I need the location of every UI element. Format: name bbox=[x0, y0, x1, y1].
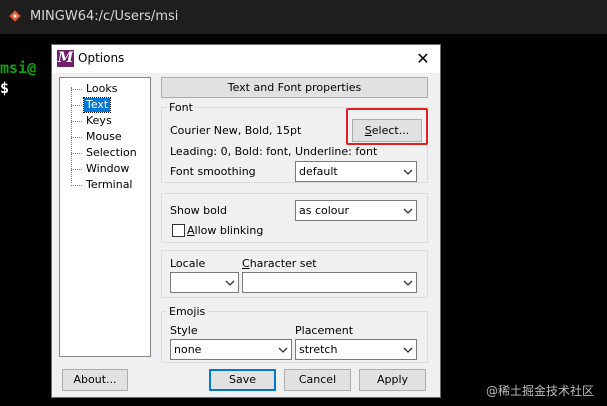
chevron-down-icon bbox=[278, 347, 288, 353]
show-bold-select[interactable]: as colour bbox=[295, 200, 417, 221]
tree-item-label: Keys bbox=[86, 114, 112, 127]
allow-blinking-checkbox[interactable] bbox=[172, 224, 185, 237]
emoji-placement-label: Placement bbox=[295, 324, 354, 337]
locale-label: Locale bbox=[170, 257, 206, 270]
about-button[interactable]: About... bbox=[62, 369, 128, 391]
show-bold-label: Show bold bbox=[170, 204, 227, 217]
tree-item-terminal[interactable]: Terminal bbox=[60, 177, 150, 193]
dialog-titlebar[interactable]: M Options ✕ bbox=[52, 45, 440, 73]
allow-blinking-label: Allow blinking bbox=[187, 224, 264, 237]
font-smoothing-label: Font smoothing bbox=[170, 165, 256, 178]
dialog-title: Options bbox=[78, 51, 125, 65]
tree-item-label: Terminal bbox=[86, 178, 133, 191]
chevron-down-icon bbox=[403, 280, 413, 286]
chevron-down-icon bbox=[403, 169, 413, 175]
tree-item-label: Text bbox=[82, 97, 112, 113]
character-set-select[interactable] bbox=[242, 272, 417, 293]
close-icon: ✕ bbox=[416, 49, 430, 68]
tree-item-selection[interactable]: Selection bbox=[60, 145, 150, 161]
chevron-down-icon bbox=[403, 208, 413, 214]
text-and-font-properties-header[interactable]: Text and Font properties bbox=[161, 77, 428, 98]
show-bold-value: as colour bbox=[299, 204, 350, 217]
tree-item-label: Mouse bbox=[86, 130, 122, 143]
save-button[interactable]: Save bbox=[209, 369, 276, 391]
git-bash-icon bbox=[9, 10, 21, 22]
emojis-group-label: Emojis bbox=[167, 305, 208, 318]
emoji-style-value: none bbox=[174, 343, 202, 356]
font-smoothing-select[interactable]: default bbox=[295, 161, 417, 182]
select-button-highlight bbox=[346, 108, 428, 145]
chevron-down-icon bbox=[225, 280, 235, 286]
terminal-output[interactable]: msi@ $ bbox=[0, 58, 36, 98]
tree-item-mouse[interactable]: Mouse bbox=[60, 129, 150, 145]
font-smoothing-value: default bbox=[299, 165, 338, 178]
terminal-prompt-symbol: $ bbox=[0, 79, 10, 97]
terminal-title: MINGW64:/c/Users/msi bbox=[30, 9, 179, 24]
terminal-titlebar[interactable]: MINGW64:/c/Users/msi bbox=[0, 0, 607, 34]
emoji-style-select[interactable]: none bbox=[170, 339, 292, 360]
watermark: @稀土掘金技术社区 bbox=[486, 384, 595, 398]
terminal-prompt-user: msi@ bbox=[0, 59, 37, 77]
tree-item-window[interactable]: Window bbox=[60, 161, 150, 177]
leading-description: Leading: 0, Bold: font, Underline: font bbox=[170, 145, 378, 158]
emoji-placement-value: stretch bbox=[299, 343, 338, 356]
mintty-app-icon: M bbox=[57, 50, 74, 67]
font-description: Courier New, Bold, 15pt bbox=[170, 124, 302, 137]
tree-item-text[interactable]: Text bbox=[60, 97, 150, 113]
apply-button[interactable]: Apply bbox=[359, 369, 426, 391]
font-group-label: Font bbox=[167, 101, 195, 114]
tree-item-label: Looks bbox=[86, 82, 118, 95]
chevron-down-icon bbox=[403, 347, 413, 353]
tree-item-looks[interactable]: Looks bbox=[60, 81, 150, 97]
locale-select[interactable] bbox=[170, 272, 239, 293]
character-set-label: Character set bbox=[242, 257, 317, 270]
emoji-style-label: Style bbox=[170, 324, 198, 337]
close-button[interactable]: ✕ bbox=[408, 46, 438, 72]
options-category-tree[interactable]: Looks Text Keys Mouse Selection Window T… bbox=[59, 77, 151, 357]
cancel-button[interactable]: Cancel bbox=[284, 369, 351, 391]
tree-item-label: Selection bbox=[86, 146, 137, 159]
emoji-placement-select[interactable]: stretch bbox=[295, 339, 417, 360]
options-dialog: M Options ✕ Looks Text Keys Mouse Select… bbox=[51, 44, 441, 398]
tree-item-keys[interactable]: Keys bbox=[60, 113, 150, 129]
tree-item-label: Window bbox=[86, 162, 130, 175]
